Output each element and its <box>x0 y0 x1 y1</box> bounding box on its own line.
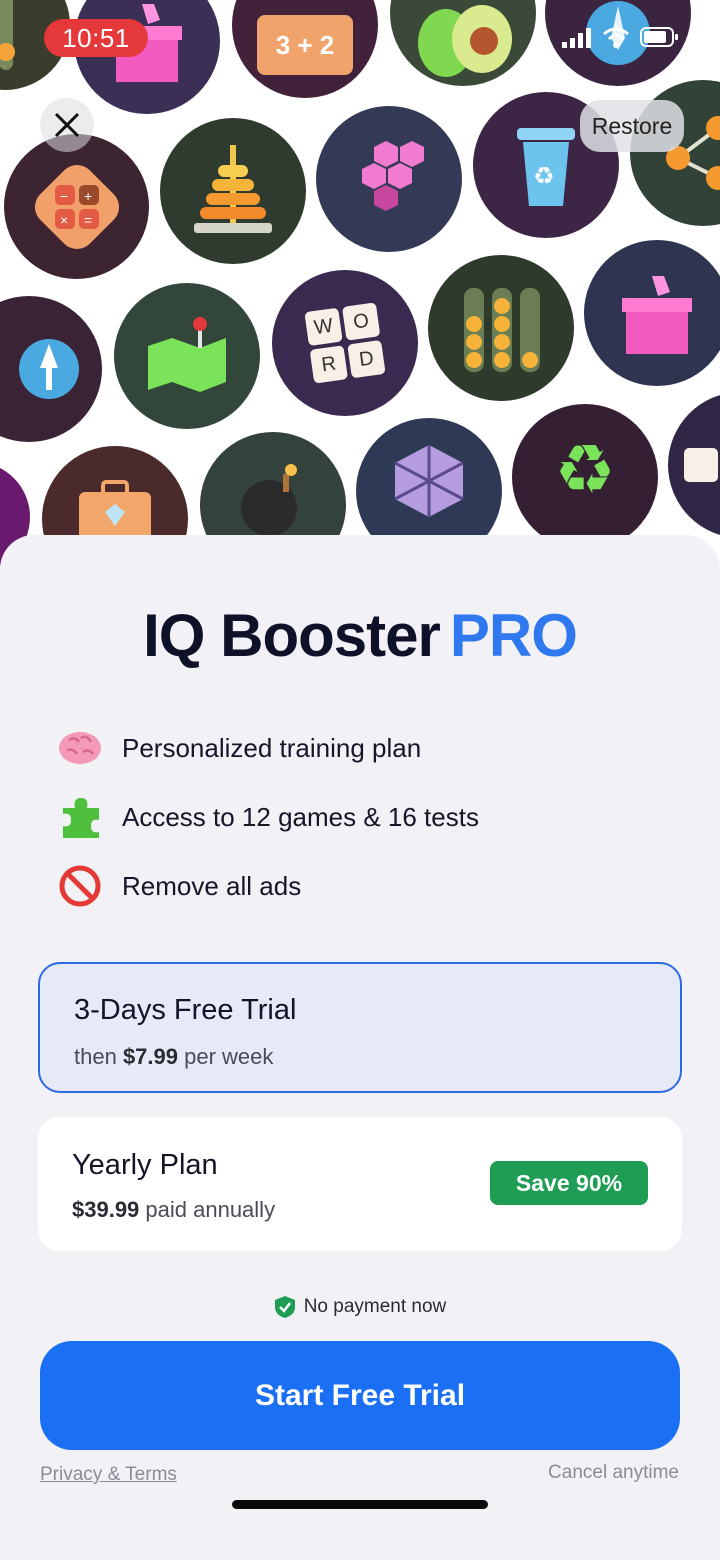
plan-price: then $7.99 per week <box>74 1044 274 1069</box>
page-title: IQ Booster PRO <box>0 601 720 670</box>
word-tile: W <box>304 307 343 347</box>
shield-check-icon <box>274 1296 295 1318</box>
cancel-anytime-label: Cancel anytime <box>548 1462 679 1483</box>
bubble-recycle: ♻ <box>512 404 658 550</box>
bubble-ball-sort <box>428 255 574 401</box>
gift-box-icon <box>622 276 692 354</box>
plan-title: 3-Days Free Trial <box>74 994 297 1026</box>
bubble-tower <box>160 118 306 264</box>
recycle-bin-icon: ♻ <box>517 128 575 206</box>
title-pro: PRO <box>449 602 578 669</box>
svg-text:+: + <box>84 188 92 204</box>
close-icon <box>54 112 80 138</box>
battery-icon <box>640 27 678 47</box>
game-icons-mosaic: 3 + 2 − + × = ♻ W O R D ♻ 10:51 Restore <box>0 0 720 580</box>
home-indicator[interactable] <box>232 1500 488 1509</box>
bubble-hexagons <box>316 106 462 252</box>
feature-label: Remove all ads <box>122 870 302 901</box>
privacy-terms-link[interactable]: Privacy & Terms <box>40 1464 177 1486</box>
bubble-word-partial <box>668 392 720 538</box>
plan-price: $39.99 paid annually <box>72 1197 276 1222</box>
svg-text:♻: ♻ <box>533 162 555 190</box>
svg-text:−: − <box>60 188 68 204</box>
hexagon-puzzle-icon <box>394 445 464 517</box>
bomb-icon <box>241 464 297 536</box>
bubble-map <box>114 283 260 429</box>
compass-icon <box>19 339 79 399</box>
restore-button[interactable]: Restore <box>580 100 684 152</box>
puzzle-piece-icon <box>56 793 104 841</box>
paywall-sheet: IQ Booster PRO Personalized training plan… <box>0 535 720 1560</box>
bubble-calculator: − + × = <box>4 134 149 279</box>
feature-item-games: Access to 12 games & 16 tests <box>56 793 479 841</box>
recycle-icon: ♻ <box>554 430 616 510</box>
bubble-gift <box>74 0 220 114</box>
feature-item-training: Personalized training plan <box>56 724 421 772</box>
avocado-icon <box>418 5 512 77</box>
word-tile: D <box>347 339 386 379</box>
briefcase-diamond-icon <box>79 480 151 542</box>
brain-icon <box>56 724 104 772</box>
svg-text:=: = <box>84 212 92 228</box>
map-pin-icon <box>148 317 226 392</box>
feature-item-ads: Remove all ads <box>56 862 301 910</box>
bubble-math-board: 3 + 2 <box>232 0 378 98</box>
calculator-icon: − + × = <box>27 157 126 256</box>
plan-option-yearly[interactable]: Yearly Plan $39.99 paid annually Save 90… <box>38 1117 682 1251</box>
plan-title: Yearly Plan <box>72 1149 218 1181</box>
no-entry-icon <box>56 862 104 910</box>
bubble-avocado <box>390 0 536 86</box>
ball-sort-tubes-icon <box>464 288 540 372</box>
hexagon-cluster-icon <box>362 141 424 211</box>
status-icons <box>562 26 680 48</box>
no-payment-note: No payment now <box>0 1295 720 1319</box>
feature-label: Personalized training plan <box>122 732 422 763</box>
word-tile: O <box>341 302 381 341</box>
word-tiles-icon: W O R D <box>304 302 386 384</box>
save-badge: Save 90% <box>490 1161 648 1205</box>
status-time: 10:51 <box>44 19 148 57</box>
close-button[interactable] <box>40 98 94 152</box>
title-main: IQ Booster <box>143 602 441 669</box>
plan-option-trial[interactable]: 3-Days Free Trial then $7.99 per week <box>38 962 682 1093</box>
signal-icon <box>562 28 591 48</box>
easel-board-icon: 3 + 2 <box>257 15 353 75</box>
wifi-icon <box>603 27 629 48</box>
ring-tower-icon <box>194 145 272 233</box>
feature-label: Access to 12 games & 16 tests <box>122 801 479 832</box>
no-payment-label: No payment now <box>303 1296 447 1317</box>
test-tube-icon <box>0 0 15 70</box>
start-free-trial-button[interactable]: Start Free Trial <box>40 1341 680 1450</box>
bubble-word: W O R D <box>272 270 418 416</box>
word-tile: R <box>309 345 349 384</box>
word-tiles-icon <box>684 448 718 482</box>
bubble-compass-left <box>0 296 102 442</box>
svg-text:×: × <box>60 212 68 228</box>
bubble-gift-right <box>584 240 720 386</box>
